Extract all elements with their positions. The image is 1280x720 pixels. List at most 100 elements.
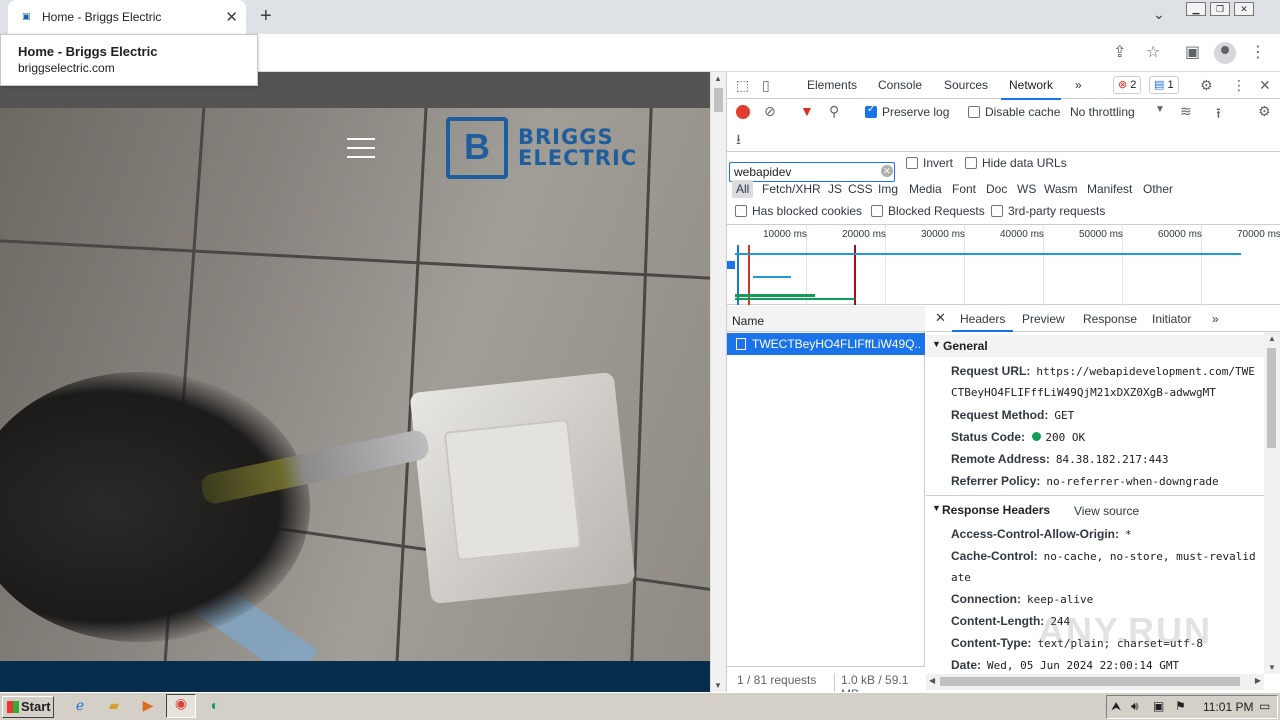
page-scrollbar[interactable]: ▲ ▼ — [710, 72, 726, 692]
type-all[interactable]: All — [732, 180, 754, 198]
tab-headers[interactable]: Headers — [951, 312, 1014, 332]
general-section-header[interactable]: ▼ General — [926, 335, 1266, 357]
bookmark-star-icon[interactable]: ☆ — [1146, 42, 1160, 62]
tab-home[interactable]: ▣ Home - Briggs Electric ✕ — [8, 0, 246, 34]
type-wasm[interactable]: Wasm — [1044, 182, 1078, 196]
device-toolbar-icon[interactable]: ▯ — [762, 77, 770, 94]
share-icon[interactable]: ⇪ — [1113, 42, 1126, 62]
has-blocked-cookies-checkbox[interactable]: Has blocked cookies — [735, 204, 862, 218]
hide-data-urls-checkbox[interactable]: Hide data URLs — [965, 156, 1067, 170]
filter-icon[interactable]: ▼ — [800, 103, 814, 119]
network-overview-timeline[interactable]: 10000 ms 20000 ms 30000 ms 40000 ms 5000… — [727, 225, 1280, 305]
new-tab-button[interactable]: + — [260, 5, 272, 28]
preserve-log-checkbox[interactable]: Preserve log — [865, 104, 949, 119]
third-party-requests-checkbox[interactable]: 3rd-party requests — [991, 204, 1105, 218]
start-button[interactable]: Start — [2, 696, 54, 718]
minimize-button[interactable]: ▁ — [1186, 2, 1206, 16]
network-conditions-icon[interactable]: ≋ — [1180, 103, 1192, 120]
type-ws[interactable]: WS — [1017, 182, 1036, 196]
clear-icon[interactable]: ⊘ — [764, 103, 776, 120]
request-method-row: Request Method: GET — [951, 408, 1075, 422]
type-js[interactable]: JS — [828, 182, 842, 196]
tab-preview[interactable]: Preview — [1022, 312, 1065, 326]
type-doc[interactable]: Doc — [986, 182, 1007, 196]
request-url-continued: CTBeyHO4FLIFffLiW49QjM21xDXZ0XgB-adwwgMT — [951, 386, 1216, 399]
file-explorer-icon[interactable]: ▰ — [104, 697, 124, 717]
request-list-header[interactable]: Name — [727, 306, 925, 332]
clear-filter-icon[interactable]: ✕ — [881, 165, 893, 177]
search-icon[interactable]: ⚲ — [829, 103, 839, 120]
timeline-bar — [753, 276, 791, 278]
volume-icon[interactable]: 🔊︎ — [1131, 699, 1139, 714]
chrome-taskbar-icon[interactable]: ◉ — [166, 694, 196, 718]
close-devtools-icon[interactable]: ✕ — [1259, 77, 1271, 94]
media-player-icon[interactable]: ▶ — [138, 697, 158, 717]
record-icon[interactable] — [736, 105, 750, 119]
more-detail-tabs-icon[interactable]: » — [1212, 312, 1219, 326]
tab-network[interactable]: Network — [1000, 78, 1062, 100]
close-details-icon[interactable]: ✕ — [935, 310, 946, 326]
import-har-icon[interactable]: ⭱ — [1216, 103, 1221, 127]
type-manifest[interactable]: Manifest — [1087, 182, 1132, 196]
network-icon[interactable]: ▣ — [1153, 699, 1164, 713]
hamburger-menu-icon[interactable] — [347, 138, 375, 158]
filter-input[interactable]: webapidev — [729, 162, 895, 182]
menu-kebab-icon[interactable]: ⋮ — [1250, 42, 1266, 62]
tab-sources[interactable]: Sources — [944, 78, 988, 92]
details-horizontal-scrollbar[interactable]: ◀ ▶ — [926, 674, 1264, 690]
blocked-requests-checkbox[interactable]: Blocked Requests — [871, 204, 985, 218]
invert-checkbox[interactable]: Invert — [906, 156, 953, 170]
throttling-select[interactable]: No throttling — [1070, 105, 1135, 119]
timeline-label: 70000 ms — [1237, 229, 1280, 240]
edge-icon[interactable]: ◐ — [205, 697, 225, 717]
show-desktop-icon[interactable]: ▭ — [1259, 699, 1270, 713]
internet-explorer-icon[interactable]: ℯ — [70, 697, 90, 717]
restore-button[interactable]: ❐ — [1210, 2, 1230, 16]
site-footer-band — [0, 661, 710, 692]
tab-elements[interactable]: Elements — [807, 78, 857, 92]
scrollbar-thumb[interactable] — [714, 88, 723, 112]
tab-initiator[interactable]: Initiator — [1152, 312, 1191, 326]
tab-console[interactable]: Console — [878, 78, 922, 92]
flag-icon[interactable]: ⚑ — [1175, 699, 1186, 713]
tray-expand-icon[interactable]: ⮝ — [1111, 699, 1121, 714]
message-count-badge[interactable]: ▤ 1 — [1149, 76, 1179, 94]
network-settings-icon[interactable]: ⚙ — [1258, 103, 1271, 120]
details-scrollbar[interactable]: ▲ ▼ — [1264, 332, 1280, 674]
type-other[interactable]: Other — [1143, 182, 1173, 196]
type-media[interactable]: Media — [909, 182, 942, 196]
error-count-badge[interactable]: ⊗ 2 — [1113, 76, 1142, 94]
connection-row: Connection: keep-alive — [951, 592, 1094, 606]
scroll-up-icon[interactable]: ▲ — [714, 74, 722, 83]
throttling-chevron-icon[interactable]: ▼ — [1155, 104, 1165, 115]
tab-close-icon[interactable]: ✕ — [225, 8, 238, 26]
site-favicon-icon: ▣ — [22, 11, 31, 21]
view-source-link[interactable]: View source — [1074, 504, 1139, 518]
tab-title: Home - Briggs Electric — [42, 10, 162, 24]
disable-cache-checkbox[interactable]: Disable cache — [968, 105, 1060, 119]
profile-avatar[interactable] — [1214, 42, 1236, 64]
type-font[interactable]: Font — [952, 182, 976, 196]
request-row-selected[interactable]: TWECTBeyHO4FLIFffLiW49Q... — [727, 333, 925, 355]
clock[interactable]: 11:01 PM — [1203, 700, 1253, 714]
requests-count: 1 / 81 requests — [737, 673, 817, 687]
type-img[interactable]: Img — [878, 182, 898, 196]
close-window-button[interactable]: ✕ — [1234, 2, 1254, 16]
type-fetch-xhr[interactable]: Fetch/XHR — [762, 182, 821, 196]
timeline-bar — [735, 253, 1241, 255]
timeline-bar — [735, 294, 815, 297]
inspect-element-icon[interactable]: ⬚ — [736, 77, 749, 94]
settings-gear-icon[interactable]: ⚙ — [1200, 77, 1213, 94]
devtools-menu-icon[interactable]: ⋮ — [1232, 77, 1246, 94]
tab-response[interactable]: Response — [1083, 312, 1137, 326]
request-details-panel: ✕ Headers Preview Response Initiator » ▼… — [926, 306, 1280, 692]
side-panel-icon[interactable]: ▣ — [1185, 42, 1200, 62]
export-har-icon[interactable]: ⭳ — [736, 129, 741, 153]
briggs-electric-logo[interactable]: B BRIGGS ELECTRIC — [446, 117, 666, 181]
type-css[interactable]: CSS — [848, 182, 873, 196]
more-tabs-icon[interactable]: » — [1075, 78, 1082, 92]
scroll-down-icon[interactable]: ▼ — [714, 681, 722, 690]
tab-search-chevron-icon[interactable]: ⌄ — [1153, 6, 1165, 23]
request-url-row: Request URL: https://webapidevelopment.co… — [951, 364, 1255, 378]
cache-control-continued: ate — [951, 571, 971, 584]
